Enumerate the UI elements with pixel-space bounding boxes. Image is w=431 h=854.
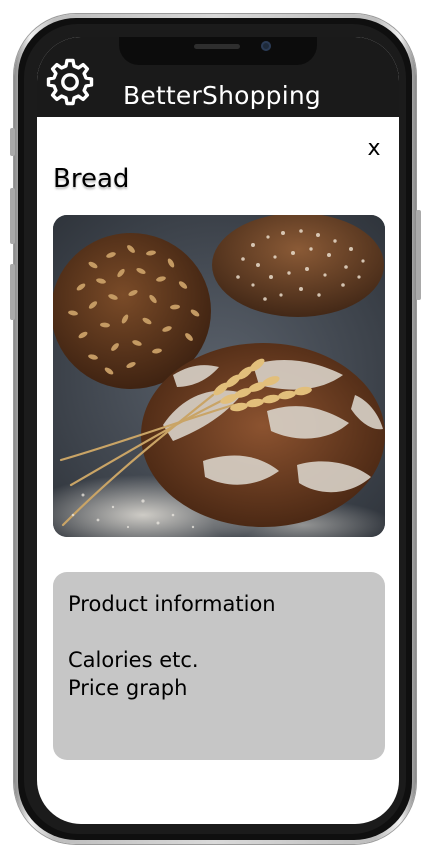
side-button-volume-down (10, 264, 15, 320)
gear-icon[interactable] (45, 57, 95, 107)
speaker (194, 44, 240, 49)
side-button-volume-up (10, 188, 15, 244)
front-camera (261, 41, 271, 51)
side-button-power (416, 210, 421, 300)
info-price-graph: Price graph (68, 676, 188, 700)
screen: BetterShopping x Bread Product informati… (37, 37, 399, 824)
notch (119, 37, 317, 65)
side-button-mute (10, 128, 15, 156)
app-header: BetterShopping (37, 37, 399, 117)
page-title: Bread (53, 164, 130, 194)
close-button[interactable]: x (359, 134, 389, 164)
product-image (53, 215, 385, 537)
product-info-card: Product information Calories etc. Price … (53, 572, 385, 760)
info-calories: Calories etc. (68, 648, 199, 672)
app-title: BetterShopping (123, 81, 322, 110)
info-heading: Product information (68, 592, 276, 616)
